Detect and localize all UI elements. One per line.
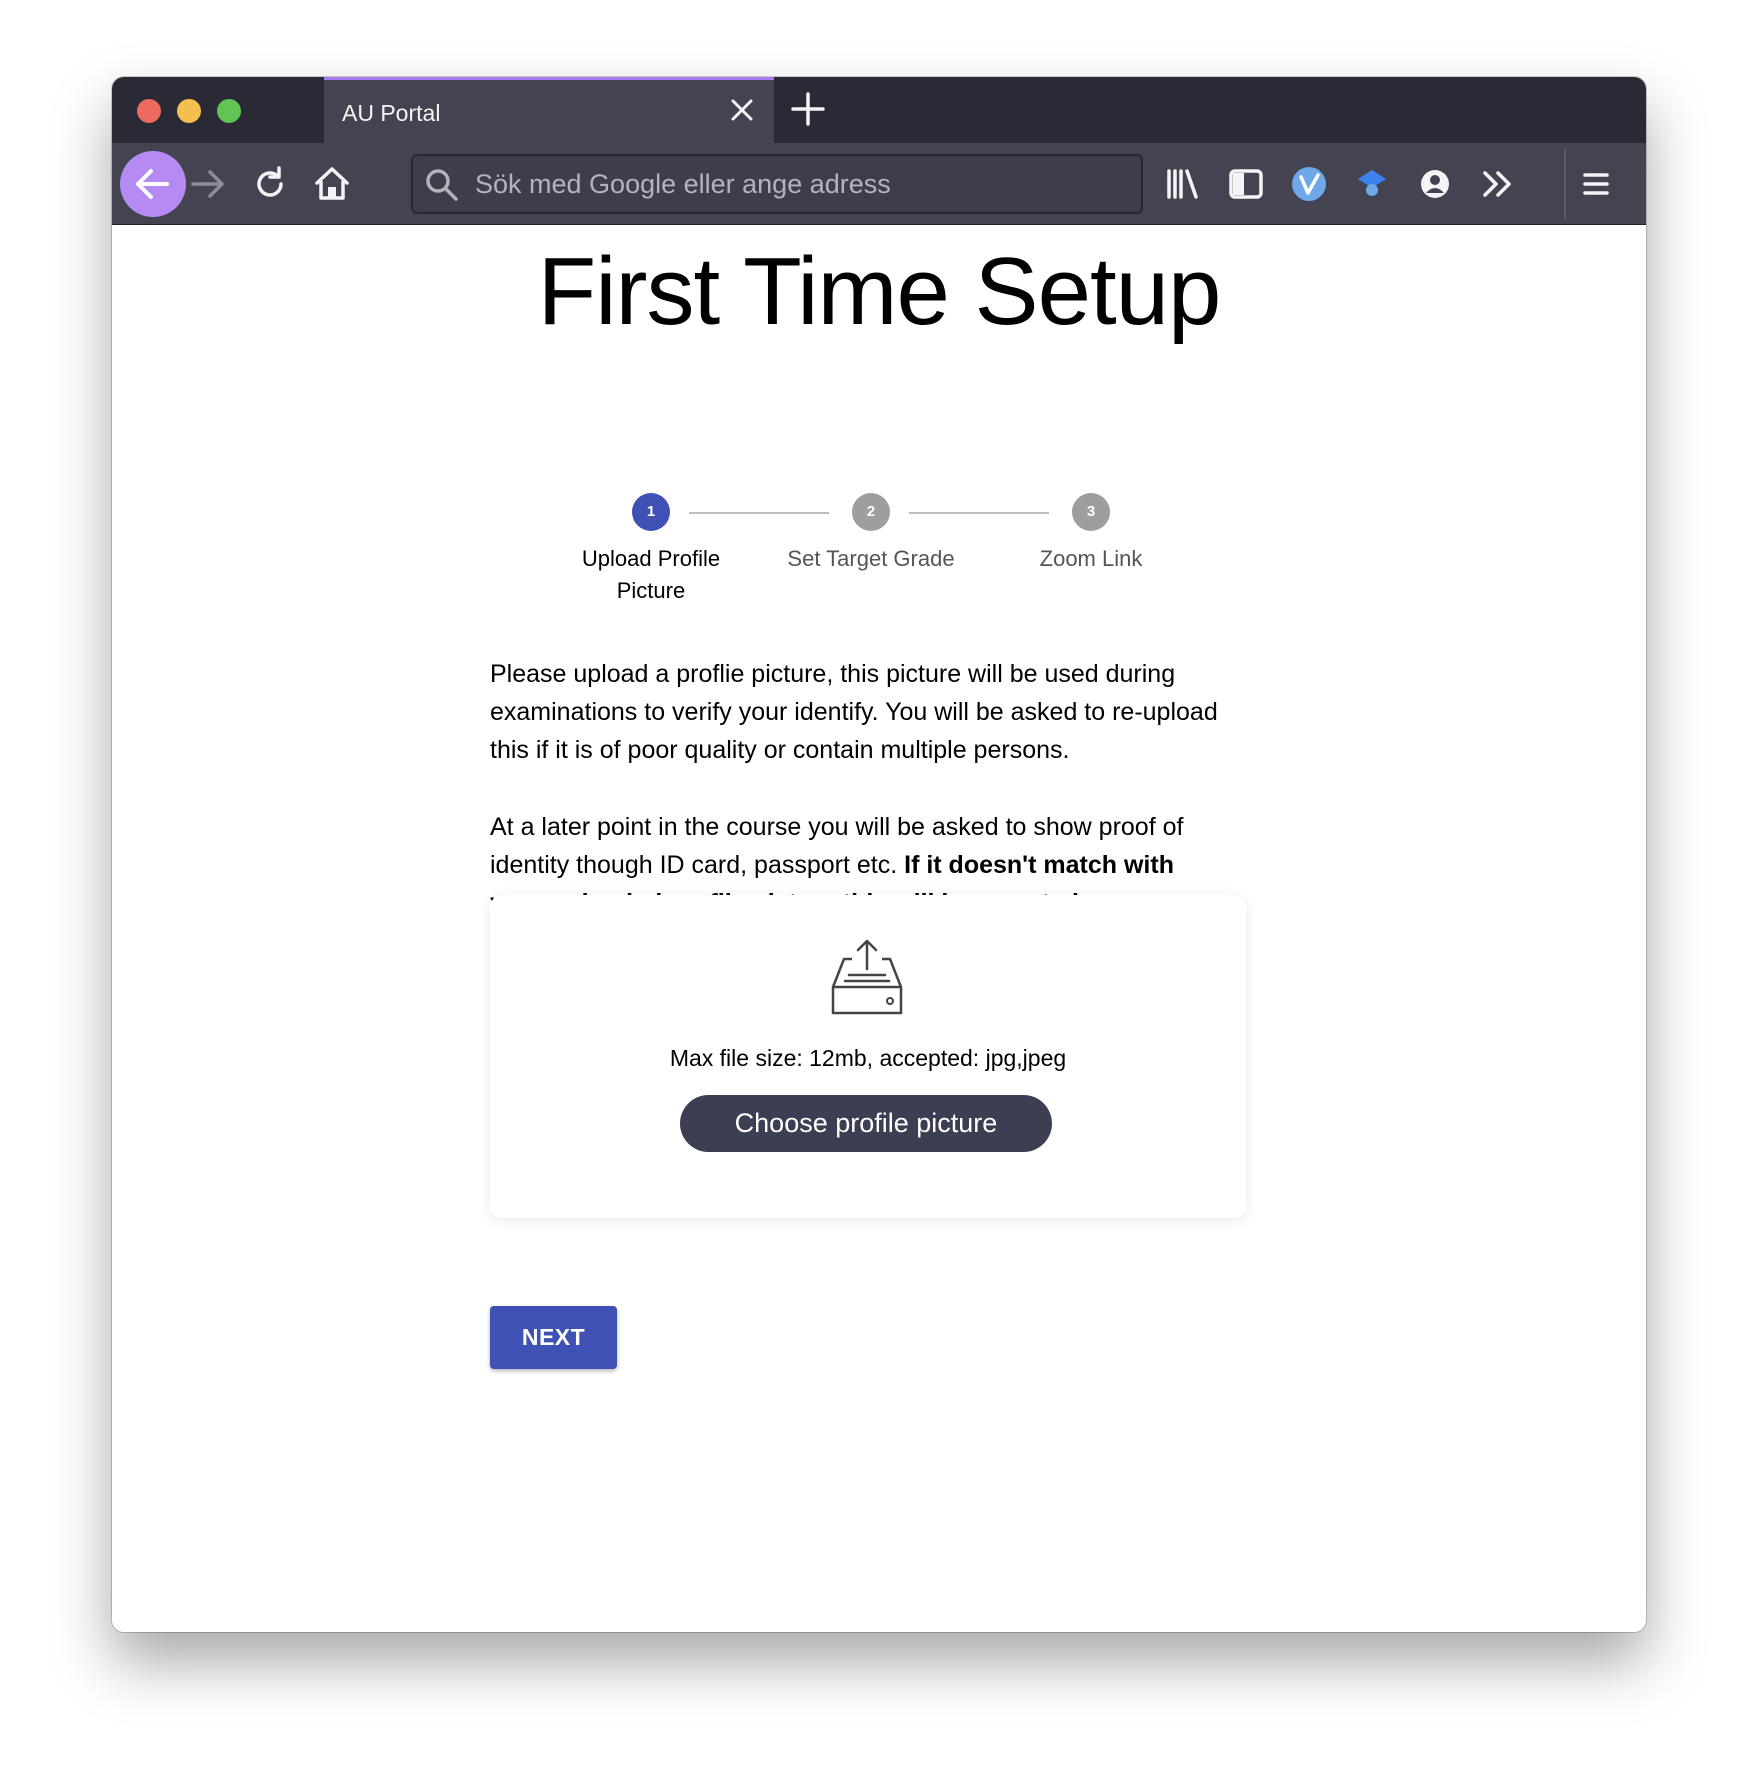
step-3-indicator: 3 [1072,493,1110,531]
step-3-label: Zoom Link [1039,546,1143,571]
back-arrow-icon [136,169,169,199]
upload-tray-icon [827,937,907,1017]
minimize-window-button[interactable] [177,99,201,123]
toolbar-divider [1564,149,1566,219]
page-content: First Time Setup 1 2 3 Upload Profile Pi… [112,225,1646,1632]
next-button[interactable]: NEXT [490,1306,617,1369]
search-icon [426,169,458,201]
close-window-button[interactable] [137,99,161,123]
page-title: First Time Setup [537,238,1222,345]
choose-profile-picture-button[interactable]: Choose profile picture [680,1095,1052,1152]
search-input[interactable] [473,156,1133,212]
extension-check-icon[interactable] [1288,163,1330,205]
maximize-window-button[interactable] [217,99,241,123]
overflow-chevrons-icon[interactable] [1477,163,1519,205]
step-1-label: Upload Profile Picture [581,546,721,603]
step-2-indicator: 2 [852,493,890,531]
step-1-indicator: 1 [632,493,670,531]
account-icon[interactable] [1414,163,1456,205]
step-connector [909,512,1049,514]
graduation-cap-icon[interactable] [1351,163,1393,205]
forward-arrow-icon[interactable] [187,163,229,205]
tab-au-portal[interactable]: AU Portal [324,77,774,143]
nav-toolbar [112,143,1646,225]
tab-title: AU Portal [342,100,441,126]
home-icon[interactable] [311,163,353,205]
new-tab-icon[interactable] [788,89,828,129]
intro-paragraph: Please upload a proflie picture, this pi… [490,660,1218,764]
step-2-label: Set Target Grade [787,546,955,571]
close-tab-icon[interactable] [728,96,756,124]
browser-window: AU Portal Sök med Google eller ange adre… [112,77,1646,1632]
back-button[interactable] [120,151,186,217]
hamburger-menu-icon[interactable] [1575,163,1617,205]
reload-icon[interactable] [249,163,291,205]
library-icon[interactable] [1162,163,1204,205]
upload-requirements: Max file size: 12mb, accepted: jpg,jpeg [669,1045,1067,1071]
url-bar[interactable] [411,154,1143,214]
tab-strip: AU Portal [112,77,1646,143]
sidebar-icon[interactable] [1225,163,1267,205]
step-connector [689,512,829,514]
upload-card: Max file size: 12mb, accepted: jpg,jpeg … [490,895,1246,1218]
